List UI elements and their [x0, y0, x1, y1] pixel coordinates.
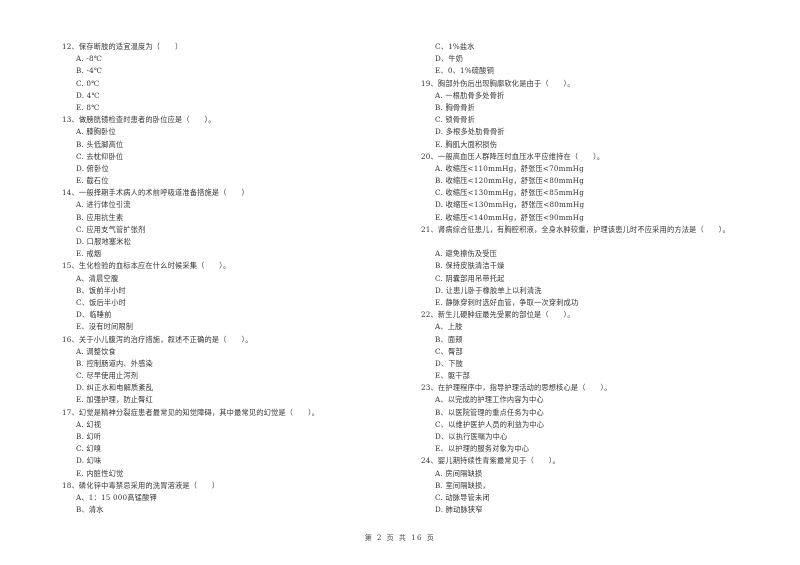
answer-option: E. 戒烟 — [76, 249, 102, 259]
answer-option: A、1：15 000高锰酸钾 — [76, 492, 157, 502]
question-stem: 19、胸部外伤后出现胸廓软化是由于（ ）。 — [421, 78, 575, 88]
answer-option: A. 避免擦伤及受压 — [435, 249, 498, 259]
answer-option: B. -4℃ — [76, 66, 103, 76]
answer-option: B. 收缩压<120mmHg，舒张压<80mmHg — [435, 176, 585, 186]
left-column: 12、保存断肢的适宜温度为（ ） A. -8℃ B. -4℃ C. 0℃ D. 4℃ E.… — [62, 41, 392, 516]
answer-option: B. 胸骨骨折 — [435, 102, 476, 112]
answer-option: A、上肢 — [435, 322, 463, 332]
answer-option: A. 膝胸卧位 — [76, 127, 116, 137]
answer-option: E、以护理的服务对象为中心 — [435, 444, 530, 454]
answer-option: E. 加强护理，防止臀红 — [76, 395, 153, 405]
question-stem: 20、一般高血压人群降压时血压水平应维持在（ ）。 — [421, 151, 605, 161]
answer-option: D、下肢 — [435, 358, 464, 368]
answer-option: E、没有时间限制 — [76, 322, 134, 332]
answer-option: D. 口服地塞米松 — [76, 237, 132, 246]
question-stem: 17、幻觉是精神分裂症患者最常见的知觉障碍，其中最常见的幻觉是（ ）。 — [62, 407, 320, 417]
answer-option: B. 应用抗生素 — [76, 212, 124, 222]
answer-option: E. 胸肌大面积损伤 — [435, 139, 498, 149]
exam-page: 12、保存断肢的适宜温度为（ ） A. -8℃ B. -4℃ C. 0℃ D. 4℃ E.… — [0, 0, 800, 565]
answer-option: B、清水 — [76, 505, 104, 515]
answer-option: D、牛奶 — [435, 54, 464, 64]
answer-option: B、饭前半小时 — [76, 285, 126, 295]
answer-option: A、清晨空腹 — [76, 273, 119, 283]
answer-option: E、0、1%硫酸铜 — [435, 66, 494, 76]
answer-option: B. 室间隔缺损， — [435, 480, 490, 490]
answer-option: C. 动脉导管未闭 — [435, 492, 490, 502]
answer-option: D、临睡前 — [76, 310, 112, 320]
page-number-footer: 第 2 页 共 16 页 — [364, 534, 436, 542]
answer-option: E. 8℃ — [76, 102, 100, 112]
question-stem: 23、在护理程序中，指导护理活动的思想核心是（ ）。 — [421, 383, 612, 393]
answer-option: A. -8℃ — [76, 54, 103, 64]
answer-option: C. 尽早使用止泻剂 — [76, 371, 139, 381]
answer-option: B、以医院管理的重点任务为中心 — [435, 407, 544, 417]
answer-option: E. 静脉穿刺时选好血管，争取一次穿刺成功 — [435, 297, 579, 307]
answer-option: D. 收缩压<130mmHg，舒张压<80mmHg — [435, 200, 585, 210]
answer-option: B. 控制肠道内、外感染 — [76, 358, 153, 368]
answer-option: C. 收缩压<130mmHg，舒张压<85mmHg — [435, 188, 585, 198]
question-stem: 24、婴儿期持续性青紫最常见于（ ）。 — [421, 456, 560, 466]
answer-option: A. 调整饮食 — [76, 346, 116, 356]
answer-option: D. 多根多处肋骨骨折 — [435, 127, 505, 137]
answer-option: A、以完成的护理工作内容为中心 — [435, 395, 544, 405]
answer-option: C. 去枕仰卧位 — [76, 151, 124, 161]
question-stem: 18、磷化锌中毒禁忌采用的洗胃溶液是（ ） — [62, 480, 220, 490]
answer-option: E. 截石位 — [76, 176, 109, 186]
answer-option: E. 内脏性幻觉 — [76, 468, 124, 478]
answer-option: C、以维护医护人员的利益为中心 — [435, 419, 545, 429]
answer-option: D. 幻味 — [76, 456, 102, 466]
answer-option: C、臀部 — [435, 346, 463, 356]
answer-option: A. 进行体位引流 — [76, 200, 131, 210]
answer-option: D、以执行医嘱为中心 — [435, 432, 508, 441]
answer-option: B. 保持皮肤清洁干燥 — [435, 261, 505, 271]
answer-option: C、饭后半小时 — [76, 297, 127, 307]
question-stem: 12、保存断肢的适宜温度为（ ） — [62, 42, 183, 51]
answer-option: B、面颊 — [435, 334, 463, 344]
answer-option: A. 收缩压<110mmHg，舒张压<70mmHg — [435, 163, 584, 173]
answer-option: D. 肺动脉狭窄 — [435, 505, 483, 515]
answer-option: C. 0℃ — [76, 78, 100, 88]
answer-option: A. 一根肋骨多处骨折 — [435, 90, 505, 100]
answer-option: B. 头低脚高位 — [76, 139, 124, 149]
answer-option: C. 应用支气管扩张剂 — [76, 224, 146, 234]
answer-option: E. 收缩压<140mmHg，舒张压<90mmHg — [435, 212, 585, 222]
answer-option: E、躯干部 — [435, 371, 470, 381]
answer-option: D. 纠正水和电解质紊乱 — [76, 383, 154, 393]
answer-option: A. 房间隔缺损 — [435, 468, 483, 478]
answer-option: D. 4℃ — [76, 90, 100, 100]
answer-option: A. 幻视 — [76, 419, 102, 429]
answer-option: C. 幻嗅 — [76, 444, 102, 454]
question-stem: 13、做膀胱镜检查时患者的卧位应是（ ）。 — [62, 115, 216, 125]
answer-option: D. 让患儿卧于橡胶单上以利清洗 — [435, 285, 542, 295]
answer-option: C、1%盐水 — [435, 42, 475, 51]
answer-option: C. 阴囊部用吊带托起 — [435, 273, 505, 283]
answer-option: B. 幻听 — [76, 432, 102, 441]
question-stem: 15、生化检验的血标本应在什么时候采集（ ）。 — [62, 261, 231, 271]
question-stem: 21、肾病综合征患儿，有胸腔积液，全身水肿较重，护理该患儿时不应采用的方法是（ … — [421, 224, 730, 234]
question-stem: 16、关于小儿腹泻的治疗措施，叙述不正确的是（ ）。 — [62, 334, 253, 344]
answer-option: C. 锁骨骨折 — [435, 115, 475, 125]
right-column: C、1%盐水 D、牛奶 E、0、1%硫酸铜 19、胸部外伤后出现胸廓软化是由于（ ）。… — [421, 41, 781, 516]
answer-option: D. 俯卧位 — [76, 163, 109, 173]
question-stem: 22、新生儿硬肿症最先受累的部位是（ ）。 — [421, 310, 575, 320]
question-stem: 14、一般择期手术病人的术前呼吸道准备措施是（ ） — [62, 188, 249, 198]
